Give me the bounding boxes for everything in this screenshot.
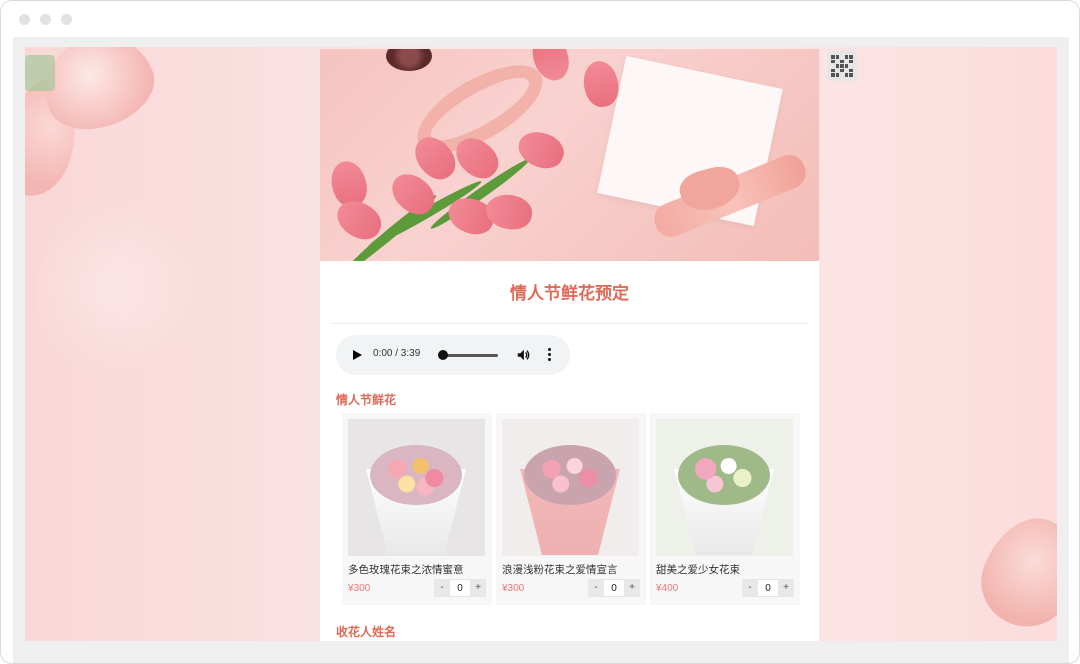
volume-icon[interactable] [516,348,530,362]
section-label-recipient: 收花人姓名 [336,625,397,639]
quantity-stepper[interactable]: - 0 + [588,579,640,597]
more-vert-icon[interactable] [548,348,552,362]
product-price: ¥300 [348,583,371,594]
audio-progress-knob[interactable] [438,350,448,360]
increment-button[interactable]: + [470,579,486,597]
bouquet-flowers [370,445,462,505]
quantity-stepper[interactable]: - 0 + [434,579,486,597]
product-price: ¥300 [502,583,525,594]
audio-time: 0:00 / 3:39 [373,348,421,359]
decrement-button[interactable]: - [742,579,758,597]
product-list: 多色玫瑰花束之浓情蜜意 ¥300 - 0 + 浪漫浅粉花束之爱情宣言 ¥300 … [342,413,802,605]
product-name: 浪漫浅粉花束之爱情宣言 [502,564,618,576]
quantity-value[interactable]: 0 [604,579,624,597]
product-name: 甜美之爱少女花束 [656,564,740,576]
window-dot-close[interactable] [19,14,30,25]
banner-image [320,49,819,261]
increment-button[interactable]: + [624,579,640,597]
title-divider [332,323,807,324]
quantity-value[interactable]: 0 [758,579,778,597]
increment-button[interactable]: + [778,579,794,597]
form-card: 情人节鲜花预定 0:00 / 3:39 情人节鲜花 多色玫瑰花束之浓情蜜意 ¥3… [320,49,819,641]
chocolate-decoration [386,49,432,71]
browser-window: 情人节鲜花预定 0:00 / 3:39 情人节鲜花 多色玫瑰花束之浓情蜜意 ¥3… [0,0,1080,664]
page-frame: 情人节鲜花预定 0:00 / 3:39 情人节鲜花 多色玫瑰花束之浓情蜜意 ¥3… [13,37,1069,663]
background-glow [35,187,195,387]
product-price: ¥400 [656,583,679,594]
window-dot-minimize[interactable] [40,14,51,25]
bouquet-flowers [678,445,770,505]
quantity-value[interactable]: 0 [450,579,470,597]
play-icon[interactable] [353,350,362,360]
product-card[interactable]: 甜美之爱少女花束 ¥400 - 0 + [650,413,800,605]
product-card[interactable]: 多色玫瑰花束之浓情蜜意 ¥300 - 0 + [342,413,492,605]
quantity-stepper[interactable]: - 0 + [742,579,794,597]
product-image[interactable] [656,419,793,556]
section-label-flowers: 情人节鲜花 [336,393,397,407]
product-image[interactable] [348,419,485,556]
background-petal-bottom [968,504,1057,640]
background-leaf [25,55,55,91]
qr-code-icon[interactable] [827,51,857,81]
decrement-button[interactable]: - [588,579,604,597]
title-bar [1,1,1079,37]
product-image[interactable] [502,419,639,556]
product-name: 多色玫瑰花束之浓情蜜意 [348,564,464,576]
page-viewport: 情人节鲜花预定 0:00 / 3:39 情人节鲜花 多色玫瑰花束之浓情蜜意 ¥3… [25,47,1057,641]
decrement-button[interactable]: - [434,579,450,597]
audio-player[interactable]: 0:00 / 3:39 [336,335,570,375]
window-dot-maximize[interactable] [61,14,72,25]
bouquet-flowers [524,445,616,505]
product-card[interactable]: 浪漫浅粉花束之爱情宣言 ¥300 - 0 + [496,413,646,605]
audio-progress-track[interactable] [440,354,498,357]
page-title: 情人节鲜花预定 [510,284,629,304]
